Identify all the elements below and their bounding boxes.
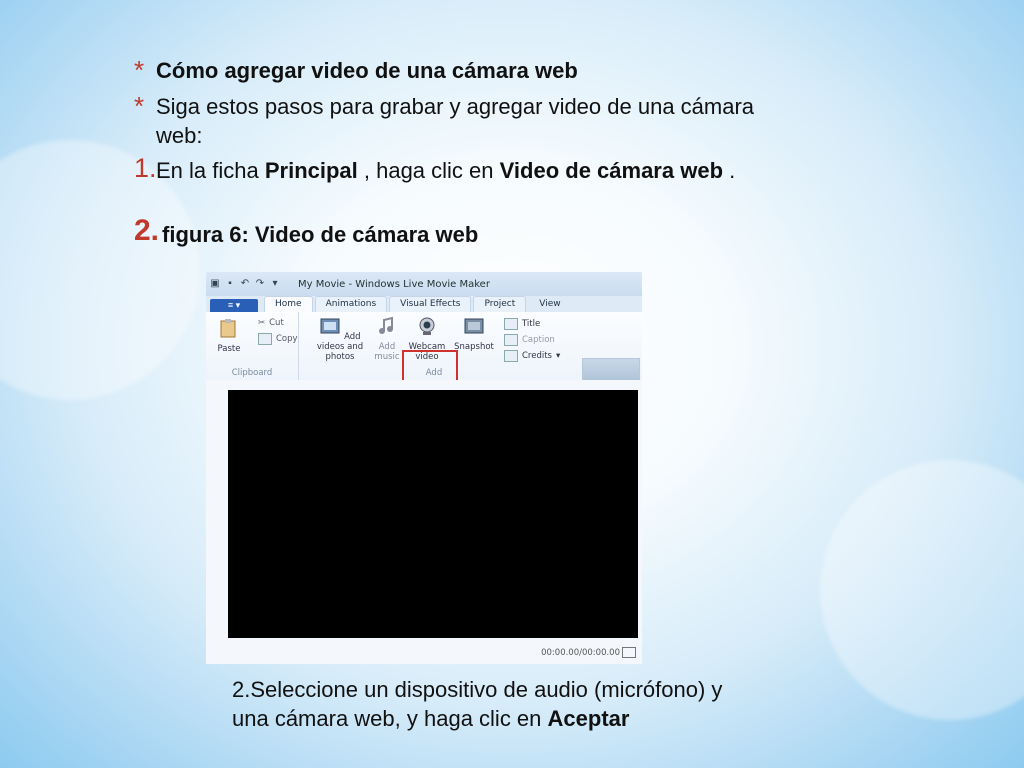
- window-title: My Movie - Windows Live Movie Maker: [298, 278, 490, 290]
- dropdown-icon[interactable]: ▾: [270, 279, 280, 289]
- copy-label: Copy: [276, 334, 298, 344]
- undo-icon[interactable]: ↶: [240, 279, 250, 289]
- slide-heading: Cómo agregar video de una cámara web: [156, 58, 578, 83]
- step-1-bold-principal: Principal: [264, 158, 358, 183]
- cut-label: Cut: [269, 318, 284, 328]
- step-number: 1.: [134, 153, 157, 183]
- video-preview: [228, 390, 638, 638]
- chevron-down-icon: ▾: [556, 351, 561, 361]
- ribbon-tabs: ≡ ▾ Home Animations Visual Effects Proje…: [206, 296, 642, 312]
- figure-caption: figura 6: Video de cámara web: [162, 222, 479, 247]
- step-1-pre: En la ficha: [156, 158, 265, 183]
- time-display: 00:00.00/00:00.00: [541, 648, 620, 658]
- clipboard-group: Paste ✂ Cut Copy Clipboard: [206, 312, 299, 380]
- redo-icon[interactable]: ↷: [255, 279, 265, 289]
- paste-button[interactable]: Paste: [212, 318, 246, 354]
- add-videos-label: Add videos and photos: [316, 332, 364, 362]
- title-button[interactable]: Title: [504, 318, 540, 330]
- snapshot-button[interactable]: Snapshot: [452, 316, 496, 352]
- slide-content: * Cómo agregar video de una cámara web *…: [134, 56, 794, 250]
- bullet-marker: *: [134, 55, 145, 85]
- title-label: Title: [522, 319, 541, 329]
- app-icon: ▣: [210, 278, 220, 289]
- tab-home[interactable]: Home: [264, 296, 313, 312]
- caption-label: Caption: [522, 335, 555, 345]
- movie-maker-screenshot: ▣ ▪ ↶ ↷ ▾ My Movie - Windows Live Movie …: [206, 272, 642, 664]
- tab-project[interactable]: Project: [473, 296, 527, 312]
- fullscreen-icon[interactable]: [622, 647, 636, 658]
- cut-icon: ✂: [258, 318, 266, 328]
- paste-label: Paste: [217, 344, 241, 354]
- caption-icon: [504, 334, 518, 346]
- step-2: 2. figura 6: Video de cámara web: [134, 216, 794, 250]
- tab-visual-effects[interactable]: Visual Effects: [389, 296, 472, 312]
- copy-button[interactable]: Copy: [258, 333, 298, 345]
- add-videos-button[interactable]: Add videos and photos: [312, 316, 368, 362]
- save-icon[interactable]: ▪: [225, 279, 235, 289]
- step-1-bold-webcam: Video de cámara web: [499, 158, 724, 183]
- tab-view[interactable]: View: [528, 296, 571, 312]
- ribbon: Paste ✂ Cut Copy Clipboard Add videos and…: [206, 312, 642, 410]
- tab-animations[interactable]: Animations: [314, 296, 388, 312]
- title-bar: ▣ ▪ ↶ ↷ ▾ My Movie - Windows Live Movie …: [206, 272, 642, 296]
- clipboard-group-label: Clipboard: [231, 368, 273, 378]
- quick-access-toolbar: ▣ ▪ ↶ ↷ ▾: [206, 279, 280, 289]
- bullet-intro: * Siga estos pasos para grabar y agregar…: [134, 92, 794, 156]
- step-number: 2.: [134, 214, 160, 247]
- step-1-mid: , haga clic en: [357, 158, 500, 183]
- title-icon: [504, 318, 518, 330]
- step-1-text: En la ficha Principal , haga clic en Vid…: [134, 156, 794, 185]
- music-note-icon: [379, 316, 393, 334]
- credits-label: Credits: [522, 351, 552, 361]
- bullet-marker: *: [134, 91, 145, 121]
- cut-button[interactable]: ✂ Cut: [258, 318, 284, 328]
- credits-icon: [504, 350, 518, 362]
- step-2-text: 2.Seleccione un dispositivo de audio (mi…: [232, 677, 723, 731]
- credits-button[interactable]: Credits ▾: [504, 350, 560, 362]
- intro-text: Siga estos pasos para grabar y agregar v…: [156, 94, 755, 148]
- bullet-title: * Cómo agregar video de una cámara web: [134, 56, 794, 92]
- step-1-post: .: [723, 158, 736, 183]
- webcam-icon: [419, 317, 435, 335]
- add-music-label: Add music: [374, 342, 400, 362]
- copy-icon: [258, 333, 272, 345]
- step-2-bold-aceptar: Aceptar: [547, 706, 630, 731]
- step-2-instructions: 2.Seleccione un dispositivo de audio (mi…: [232, 675, 752, 733]
- add-music-button[interactable]: Add music: [372, 316, 402, 362]
- paste-icon: [220, 319, 236, 338]
- snapshot-label: Snapshot: [454, 342, 494, 352]
- step-1: 1. En la ficha Principal , haga clic en …: [134, 153, 794, 220]
- snapshot-icon: [464, 318, 484, 334]
- film-photo-icon: [320, 318, 340, 334]
- caption-button[interactable]: Caption: [504, 334, 555, 346]
- app-menu-button[interactable]: ≡ ▾: [210, 299, 258, 312]
